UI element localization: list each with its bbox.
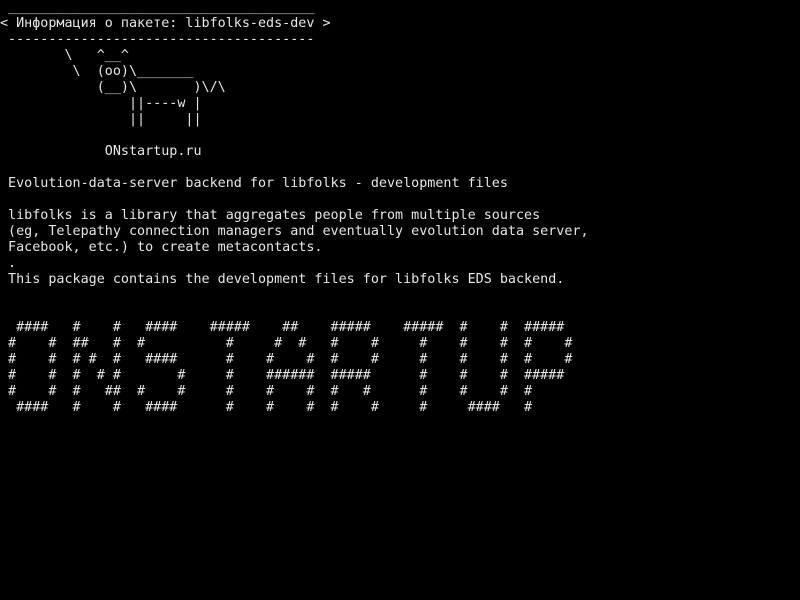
site-name: ONstartup.ru — [0, 144, 202, 159]
cow-art-line: || || — [0, 112, 202, 127]
cow-art-line: \ (oo)\_______ — [0, 64, 194, 79]
terminal-screen: ______________________________________ <… — [0, 0, 800, 600]
cow-art-line: \ ^__^ — [0, 48, 129, 63]
description-line: This package contains the development fi… — [0, 272, 565, 287]
cow-art-line: (__)\ )\/\ — [0, 80, 226, 95]
banner-art-line: # # # # # # # ###### ##### # # # ##### — [0, 368, 565, 383]
speech-bubble-text: < Информация о пакете: libfolks-eds-dev … — [0, 16, 331, 31]
description-line: (eg, Telepathy connection managers and e… — [0, 224, 589, 239]
banner-art-line: # # ## # # # # # # # # # # # # — [0, 336, 573, 351]
description-line: Facebook, etc.) to create metacontacts. — [0, 240, 323, 255]
speech-bubble-top: ______________________________________ — [0, 0, 315, 15]
banner-art-line: # # # # # #### # # # # # # # # # # — [0, 352, 573, 367]
cow-art-line: ||----w | — [0, 96, 202, 111]
description-line: . — [0, 256, 17, 271]
banner-art-line: #### # # #### ##### ## ##### ##### # # #… — [0, 320, 565, 335]
speech-bubble-bottom: -------------------------------------- — [0, 32, 315, 47]
banner-art-line: # # # ## # # # # # # # # # # # — [0, 384, 533, 399]
description-line: libfolks is a library that aggregates pe… — [0, 208, 541, 223]
banner-art-line: #### # # #### # # # # # # #### # — [0, 400, 533, 415]
package-summary: Evolution-data-server backend for libfol… — [0, 176, 508, 191]
